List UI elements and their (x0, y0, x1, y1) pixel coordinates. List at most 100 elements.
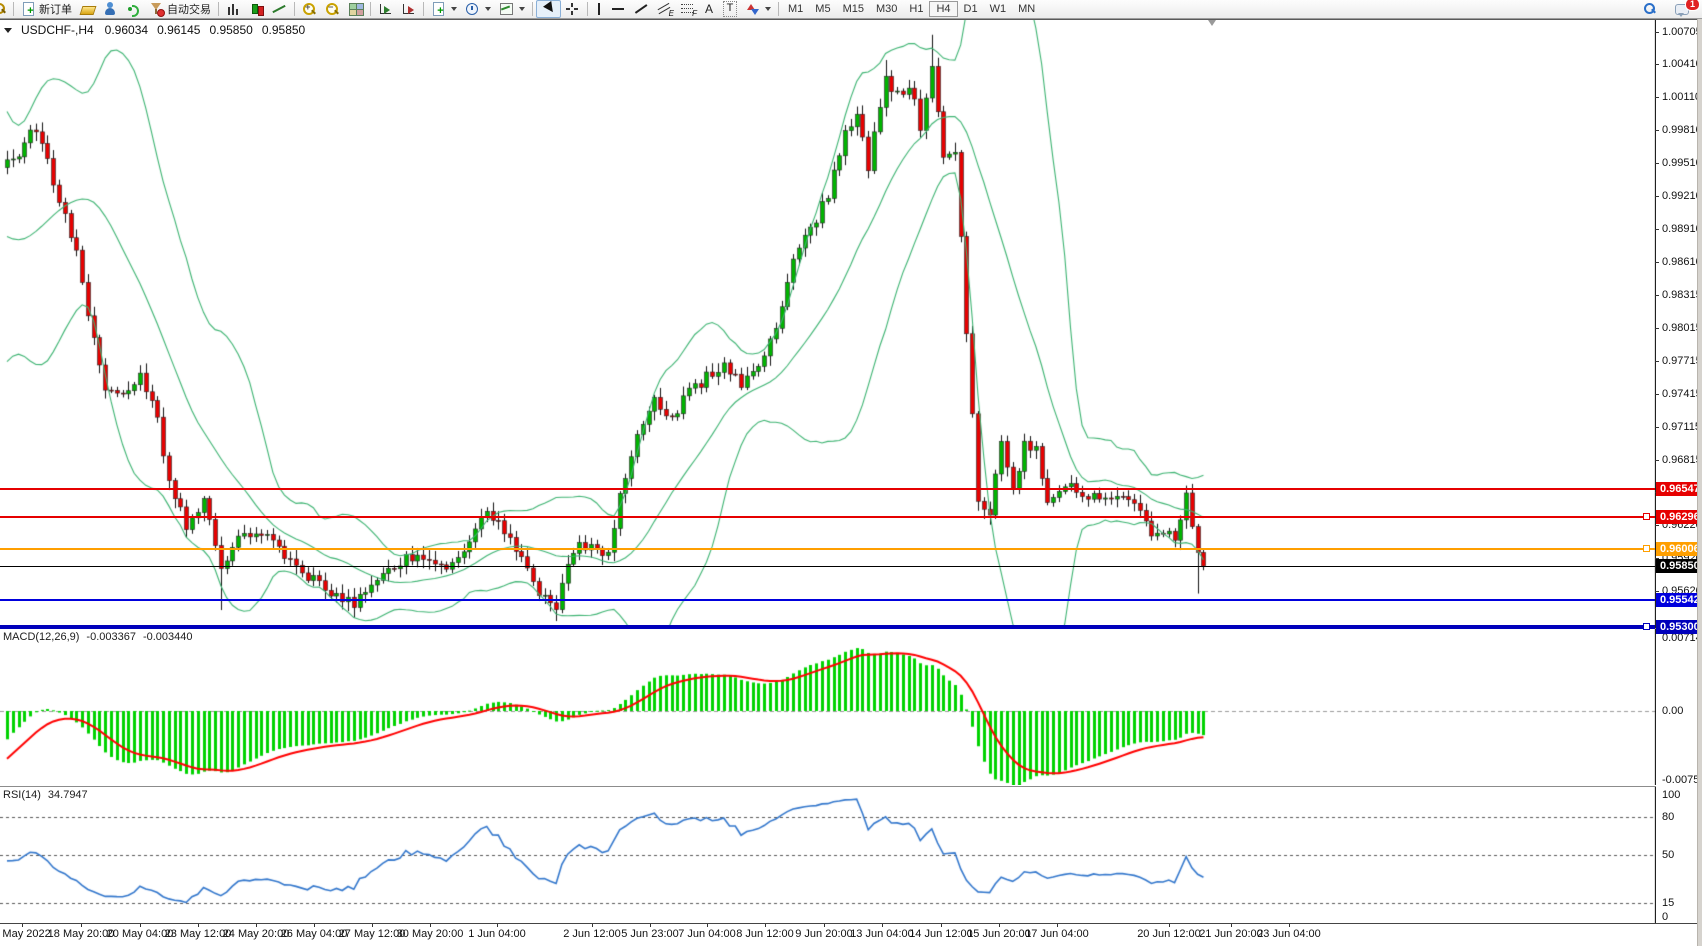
fibonacci-tool-button[interactable]: F (676, 1, 699, 17)
horizontal-line-tool-button[interactable] (607, 1, 630, 17)
price-tick-mark (1655, 229, 1659, 230)
time-tick-mark (430, 924, 431, 927)
tile-windows-button[interactable] (344, 1, 367, 17)
chevron-down-icon (519, 7, 525, 11)
bar-chart-button[interactable] (222, 1, 245, 17)
timeframe-d1-button[interactable]: D1 (958, 1, 984, 17)
timeframe-h1-button[interactable]: H1 (903, 1, 929, 17)
search-icon (1642, 2, 1657, 16)
hline-handle[interactable] (1643, 545, 1650, 552)
price-tick-mark (1655, 525, 1659, 526)
market-button[interactable] (76, 1, 99, 17)
rsi-value: 34.7947 (48, 789, 88, 801)
price-tick-label: 0.97715 (1662, 355, 1702, 367)
price-axis[interactable]: 1.007051.004101.001100.998100.995100.992… (1656, 20, 1702, 923)
toolbar-right-group: 1 (1638, 1, 1694, 17)
timeframe-m1-button[interactable]: M1 (782, 1, 809, 17)
ohlc-open: 0.96034 (105, 23, 148, 37)
community-button[interactable] (99, 1, 122, 17)
time-tick-label: 1 Jun 04:00 (468, 928, 526, 940)
price-hline-0.96296[interactable] (0, 516, 1655, 518)
new-order-icon: + (21, 2, 36, 16)
time-tick-label: 20 Jun 12:00 (1137, 928, 1201, 940)
panel-separator[interactable] (0, 786, 1702, 787)
vertical-line-tool-button[interactable] (591, 1, 607, 17)
time-tick-label: 30 May 20:00 (397, 928, 464, 940)
time-tick-label: 15 Jun 20:00 (967, 928, 1031, 940)
signals-button[interactable] (122, 1, 145, 17)
one-click-arrow-icon[interactable] (4, 28, 12, 33)
price-line-badge-0.95850: 0.95850 (1656, 559, 1702, 573)
macd-panel-canvas[interactable] (0, 629, 1656, 785)
signals-icon (126, 2, 141, 16)
window-edge (1697, 19, 1702, 946)
search-button[interactable] (1638, 1, 1661, 17)
time-tick-mark (1231, 924, 1232, 927)
timeframe-h4-button[interactable]: H4 (929, 1, 957, 17)
rsi-panel-canvas[interactable] (0, 787, 1656, 923)
arrows-tool-button[interactable] (741, 1, 775, 17)
chart-shift-button[interactable] (397, 1, 420, 17)
price-hline-0.96547[interactable] (0, 488, 1655, 490)
main-chart-canvas[interactable] (0, 20, 1656, 628)
price-hline-0.95542[interactable] (0, 599, 1655, 601)
clipped-toolbar-button[interactable] (0, 1, 10, 17)
trendline-tool-button[interactable] (630, 1, 653, 17)
time-tick-label: 2 Jun 12:00 (563, 928, 621, 940)
time-tick-mark (497, 924, 498, 927)
time-tick-mark (1057, 924, 1058, 927)
periods-button[interactable] (461, 1, 495, 17)
price-line-badge-0.96006: 0.96006 (1656, 542, 1702, 556)
time-tick-mark (22, 924, 23, 927)
chevron-down-icon (765, 7, 771, 11)
vertical-line-icon (595, 2, 603, 16)
price-tick-mark (1655, 64, 1659, 65)
text-label-tool-button[interactable]: T (719, 1, 741, 17)
time-tick-mark (999, 924, 1000, 927)
new-order-button[interactable]: + 新订单 (17, 1, 76, 17)
toolbar-separator (587, 2, 588, 16)
line-chart-button[interactable] (268, 1, 291, 17)
zoom-out-icon: − (325, 2, 340, 16)
price-hline-0.95300[interactable] (0, 625, 1655, 629)
time-tick-label: 20 May 04:00 (107, 928, 174, 940)
timeframe-m5-button[interactable]: M5 (809, 1, 836, 17)
hline-handle[interactable] (1643, 623, 1650, 630)
ohlc-low: 0.95850 (209, 23, 252, 37)
candlestick-chart-button[interactable] (245, 1, 268, 17)
price-tick-mark (1655, 427, 1659, 428)
templates-button[interactable] (495, 1, 529, 17)
rsi-axis-label: 50 (1662, 849, 1674, 861)
price-hline-0.95850[interactable] (0, 566, 1655, 567)
zoom-in-button[interactable]: + (298, 1, 321, 17)
time-tick-label: 17 Jun 04:00 (1025, 928, 1089, 940)
text-tool-button[interactable]: A (699, 1, 719, 17)
timeframe-w1-button[interactable]: W1 (984, 1, 1013, 17)
notifications-button[interactable]: 1 (1671, 1, 1694, 17)
toolbar-separator (370, 2, 371, 16)
price-tick-label: 1.00410 (1662, 58, 1702, 70)
chart-title: USDCHF-,H4 0.96034 0.96145 0.95850 0.958… (4, 23, 305, 37)
zoom-out-button[interactable]: − (321, 1, 344, 17)
chart-shift-marker[interactable] (1208, 20, 1216, 26)
hline-handle[interactable] (1643, 513, 1650, 520)
time-tick-mark (824, 924, 825, 927)
macd-axis-label: 0.00 (1662, 705, 1683, 717)
auto-scroll-button[interactable] (374, 1, 397, 17)
cursor-tool-button[interactable] (536, 0, 561, 18)
autotrading-button[interactable]: 自动交易 (145, 1, 215, 17)
price-hline-0.96006[interactable] (0, 548, 1655, 550)
indicators-button[interactable]: + (427, 1, 461, 17)
equidistant-channel-tool-button[interactable]: E (653, 1, 676, 17)
arrows-icon (745, 2, 760, 16)
time-tick-mark (941, 924, 942, 927)
time-axis[interactable]: 7 May 202218 May 20:0020 May 04:0023 May… (0, 924, 1702, 946)
price-line-badge-0.95300: 0.95300 (1656, 620, 1702, 634)
timeframe-bar: M1M5M15M30H1H4D1W1MN (782, 1, 1041, 17)
crosshair-tool-button[interactable] (561, 1, 584, 17)
time-tick-label: 8 Jun 12:00 (736, 928, 794, 940)
price-tick-label: 1.00110 (1662, 91, 1701, 103)
timeframe-mn-button[interactable]: MN (1012, 1, 1041, 17)
timeframe-m15-button[interactable]: M15 (837, 1, 870, 17)
timeframe-m30-button[interactable]: M30 (870, 1, 903, 17)
